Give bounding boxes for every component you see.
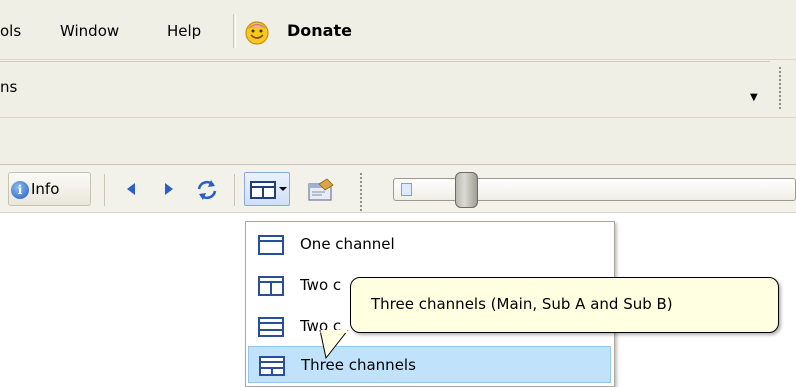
info-icon: i — [11, 181, 29, 199]
channel-layout-icon — [250, 181, 276, 199]
tooltip: Three channels (Main, Sub A and Sub B) — [350, 277, 779, 333]
menu-item-label: One channel — [300, 235, 395, 253]
menu-window[interactable]: Window — [60, 22, 119, 40]
info-button[interactable]: i Info — [8, 172, 91, 206]
two-channels-vertical-icon — [258, 276, 284, 296]
address-value: ns — [0, 78, 18, 96]
layout-dropdown-button[interactable] — [244, 172, 290, 206]
position-slider[interactable] — [393, 178, 796, 201]
smiley-icon[interactable] — [244, 19, 270, 45]
info-label: Info — [31, 180, 60, 198]
menu-bar: ols Window Help Donate — [0, 0, 796, 60]
slider-thumb[interactable] — [455, 172, 478, 208]
donate-button[interactable]: Donate — [287, 21, 352, 40]
tooltip-pointer — [319, 330, 349, 360]
three-channels-icon — [259, 356, 285, 376]
address-combo[interactable]: ns ▼ — [0, 61, 770, 115]
menu-item-label: Two c — [300, 276, 342, 294]
toolbar-separator — [104, 174, 105, 206]
menu-help[interactable]: Help — [167, 22, 201, 40]
toolbar-grip[interactable] — [359, 172, 363, 212]
properties-icon[interactable] — [307, 178, 335, 202]
two-channels-horizontal-icon — [258, 317, 284, 337]
slider-marker — [401, 183, 412, 196]
menu-separator-highlight — [235, 14, 236, 48]
address-toolbar: ns ▼ — [0, 60, 796, 118]
refresh-icon[interactable] — [194, 177, 220, 203]
menu-separator — [233, 14, 234, 48]
arrow-right-icon[interactable] — [165, 183, 173, 195]
toolbar-grip[interactable] — [778, 66, 782, 110]
tooltip-text: Three channels (Main, Sub A and Sub B) — [371, 295, 673, 313]
menu-tools[interactable]: ols — [0, 22, 21, 40]
chevron-down-icon[interactable]: ▼ — [750, 92, 758, 103]
one-channel-icon — [258, 235, 284, 255]
arrow-left-icon[interactable] — [127, 183, 135, 195]
menu-item-three-channels[interactable]: Three channels — [248, 346, 611, 383]
menu-item-one-channel[interactable]: One channel — [248, 226, 611, 263]
dropdown-arrow-icon — [279, 187, 287, 191]
toolbar-separator — [234, 174, 235, 206]
toolbar-band — [0, 118, 796, 165]
